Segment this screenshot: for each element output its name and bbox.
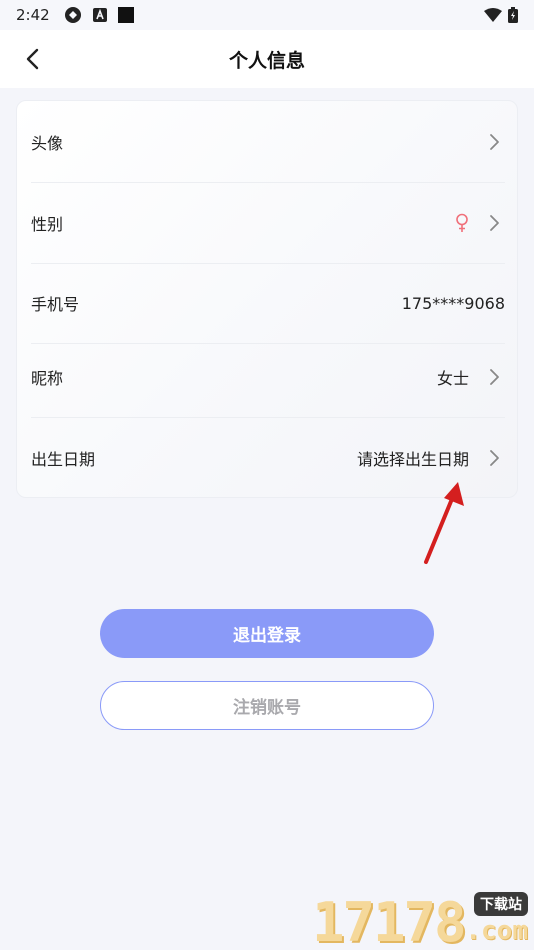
female-icon [455,213,469,233]
row-gender-label: 性别 [31,215,64,234]
page-title: 个人信息 [228,49,305,72]
chevron-left-icon [26,48,39,70]
chevron-right-icon [483,212,505,234]
battery-charging-icon [508,7,518,23]
row-nickname[interactable]: 昵称 女士 [31,337,505,417]
row-nickname-label: 昵称 [31,369,64,388]
row-phone-label: 手机号 [31,295,80,314]
profile-info-card: 头像 性别 手机号 175****9068 昵称 女士 出生日期 请选择出生日期 [16,100,518,498]
row-birthdate-label: 出生日期 [31,450,96,469]
chevron-right-icon [483,366,505,388]
nickname-value: 女士 [436,369,469,388]
annotation-arrow-icon [424,482,464,564]
row-gender-right [455,212,505,234]
watermark-digits: 17178 [312,891,467,950]
row-phone-right: 175****9068 [402,294,505,313]
watermark-logo: 17178 下载站 .com [312,888,534,950]
chevron-right-icon [483,447,505,469]
back-button[interactable] [18,44,48,74]
row-avatar-label: 头像 [31,134,64,153]
row-avatar[interactable]: 头像 [31,102,505,182]
row-gender[interactable]: 性别 [31,183,505,263]
status-bar: 2:42 [0,0,534,30]
row-nickname-right: 女士 [437,365,505,389]
sync-icon [64,7,81,23]
app-a-icon [92,8,107,22]
square-icon [117,7,134,23]
row-avatar-right [469,131,505,153]
watermark-badge: 下载站 [474,892,528,916]
phone-value: 175****9068 [401,293,505,313]
status-right-icons [484,7,518,23]
logout-button[interactable]: 退出登录 [100,609,434,658]
row-birthdate-right: 请选择出生日期 [357,446,505,470]
header-bar: 个人信息 [0,30,534,88]
row-phone: 手机号 175****9068 [31,263,505,343]
chevron-right-icon [483,131,505,153]
watermark-suffix: .com [465,916,528,946]
wifi-icon [484,8,502,22]
status-left-icons [64,6,134,24]
status-time: 2:42 [16,6,50,24]
birthdate-value: 请选择出生日期 [356,450,469,469]
cancel-account-button[interactable]: 注销账号 [100,681,434,730]
